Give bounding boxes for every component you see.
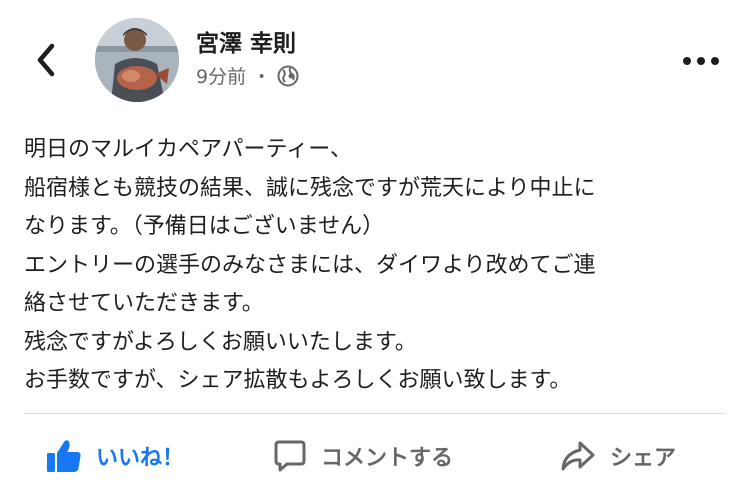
like-label: いいね！ — [96, 446, 185, 471]
avatar-photo — [95, 18, 179, 102]
timestamp[interactable]: 9分前 — [196, 62, 246, 89]
thumbs-up-icon — [47, 440, 81, 472]
more-options-button[interactable] — [676, 46, 726, 76]
post-line: 船宿様とも競技の結果、誠に残念ですが荒天により中止に — [24, 175, 596, 201]
avatar[interactable] — [95, 18, 179, 102]
post-meta: 9分前 ・ — [196, 62, 299, 89]
comment-icon — [274, 440, 306, 472]
post-line: お手数ですが、シェア拡散もよろしくお願い致します。 — [24, 368, 572, 393]
more-horizontal-icon — [683, 57, 719, 65]
share-label: シェア — [610, 446, 677, 471]
post-line: なります。（予備日はございません） — [24, 214, 385, 239]
chevron-left-icon — [37, 43, 55, 77]
back-button[interactable] — [28, 38, 64, 82]
share-button[interactable]: シェア — [560, 430, 676, 482]
post-line: 残念ですがよろしくお願いいたします。 — [24, 329, 417, 355]
comment-button[interactable]: コメントする — [273, 430, 453, 482]
like-button[interactable]: いいね！ — [46, 430, 184, 482]
meta-separator: ・ — [252, 66, 272, 88]
globe-icon — [277, 65, 299, 86]
post-line: エントリーの選手のみなさまには、ダイワより改めてご連 — [24, 252, 596, 278]
author-name[interactable]: 宮澤 幸則 — [196, 24, 296, 58]
action-bar: いいね！ コメントする シェア — [0, 430, 750, 482]
comment-label: コメントする — [321, 446, 454, 471]
post-line: 明日のマルイカペアパーティー、 — [24, 137, 353, 162]
share-icon — [561, 441, 595, 471]
post-line: 絡させていただきます。 — [24, 291, 264, 316]
post-text: 明日のマルイカペアパーティー、 船宿様とも競技の結果、誠に残念ですが荒天により中… — [24, 131, 724, 401]
actions-divider — [24, 413, 726, 414]
